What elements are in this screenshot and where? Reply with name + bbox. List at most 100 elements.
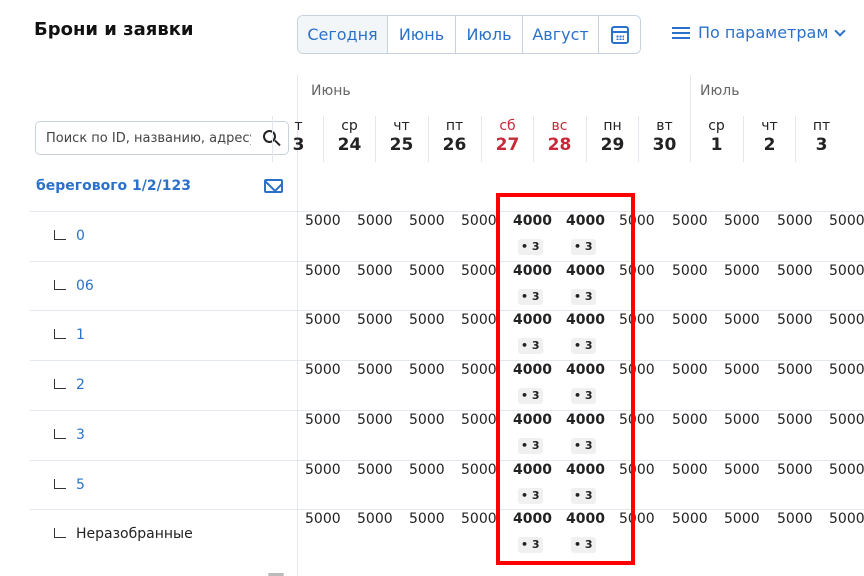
price-cell[interactable]: 5000 (672, 412, 708, 428)
calendar-button[interactable] (599, 16, 640, 53)
filter-lines-icon (672, 26, 690, 39)
room-label[interactable]: 2 (76, 377, 85, 393)
price-cell[interactable]: 5000 (357, 362, 393, 378)
price-cell[interactable]: 5000 (305, 312, 341, 328)
price-cell[interactable]: 5000 (829, 412, 864, 428)
price-cell[interactable]: 5000 (777, 362, 813, 378)
price-cell[interactable]: 5000 (829, 312, 864, 328)
tree-branch-icon (54, 279, 66, 290)
tree-branch-icon (54, 478, 66, 489)
price-cell[interactable]: 5000 (357, 213, 393, 229)
price-cell[interactable]: 5000 (305, 362, 341, 378)
day-header: ср 24 (323, 116, 375, 162)
price-cell[interactable]: 5000 (672, 511, 708, 527)
price-cell[interactable]: 5000 (461, 462, 497, 478)
price-cell[interactable]: 5000 (829, 462, 864, 478)
price-cell[interactable]: 5000 (305, 213, 341, 229)
room-label[interactable]: 0 (76, 228, 85, 244)
month-july-button[interactable]: Июль (456, 16, 523, 53)
price-cell[interactable]: 5000 (409, 362, 445, 378)
month-label-july: Июль (700, 83, 740, 99)
price-cell[interactable]: 5000 (357, 263, 393, 279)
price-cell[interactable]: 5000 (409, 462, 445, 478)
price-cell[interactable]: 5000 (777, 263, 813, 279)
price-cell[interactable]: 5000 (461, 213, 497, 229)
month-august-button[interactable]: Август (523, 16, 599, 53)
room-label[interactable]: 3 (76, 427, 85, 443)
price-cell[interactable]: 5000 (461, 312, 497, 328)
price-cell[interactable]: 5000 (409, 511, 445, 527)
room-item[interactable]: 0 (54, 228, 85, 244)
price-cell[interactable]: 5000 (829, 263, 864, 279)
price-cell[interactable]: 5000 (724, 263, 760, 279)
price-cell[interactable]: 5000 (461, 412, 497, 428)
day-weekday: ср (341, 118, 358, 134)
price-cell[interactable]: 5000 (672, 462, 708, 478)
price-cell[interactable]: 5000 (409, 412, 445, 428)
day-number: 24 (337, 135, 362, 155)
price-cell[interactable]: 5000 (357, 511, 393, 527)
price-cell[interactable]: 5000 (461, 263, 497, 279)
room-label[interactable]: Неразобранные (76, 526, 193, 542)
price-cell[interactable]: 5000 (305, 412, 341, 428)
price-cell[interactable]: 5000 (777, 511, 813, 527)
price-cell[interactable]: 5000 (829, 213, 864, 229)
day-number: 30 (652, 135, 677, 155)
price-cell[interactable]: 5000 (357, 412, 393, 428)
price-cell[interactable]: 5000 (672, 213, 708, 229)
room-label[interactable]: 1 (76, 327, 85, 343)
price-cell[interactable]: 5000 (409, 312, 445, 328)
price-cell[interactable]: 5000 (357, 312, 393, 328)
day-header: ср 1 (690, 116, 742, 162)
price-cell[interactable]: 5000 (724, 462, 760, 478)
room-item[interactable]: 06 (54, 278, 94, 294)
mail-icon[interactable] (264, 179, 283, 193)
search-input[interactable] (46, 130, 251, 146)
day-weekday: пт (812, 118, 831, 134)
day-weekday: т (294, 118, 303, 134)
property-name[interactable]: берегового 1/2/123 (36, 178, 191, 194)
day-number: 2 (763, 135, 776, 155)
price-cell[interactable]: 5000 (672, 362, 708, 378)
month-june-button[interactable]: Июнь (388, 16, 456, 53)
room-item[interactable]: Неразобранные (54, 526, 193, 542)
day-weekday: ср (708, 118, 725, 134)
day-header: вс 28 (533, 116, 585, 162)
price-cell[interactable]: 5000 (461, 362, 497, 378)
day-header: вт 30 (638, 116, 690, 162)
price-cell[interactable]: 5000 (724, 362, 760, 378)
price-cell[interactable]: 5000 (305, 462, 341, 478)
room-item[interactable]: 5 (54, 477, 85, 493)
day-weekday: вс (551, 118, 568, 134)
room-item[interactable]: 1 (54, 327, 85, 343)
room-item[interactable]: 2 (54, 377, 85, 393)
price-cell[interactable]: 5000 (724, 511, 760, 527)
price-cell[interactable]: 5000 (409, 263, 445, 279)
day-number: 1 (710, 135, 723, 155)
price-cell[interactable]: 5000 (777, 213, 813, 229)
day-header: чт 2 (743, 116, 795, 162)
price-cell[interactable]: 5000 (724, 412, 760, 428)
price-cell[interactable]: 5000 (461, 511, 497, 527)
day-number: 27 (495, 135, 520, 155)
price-cell[interactable]: 5000 (357, 462, 393, 478)
price-cell[interactable]: 5000 (672, 263, 708, 279)
price-cell[interactable]: 5000 (777, 462, 813, 478)
price-cell[interactable]: 5000 (724, 213, 760, 229)
day-weekday: сб (499, 118, 516, 134)
price-cell[interactable]: 5000 (777, 312, 813, 328)
room-label[interactable]: 06 (76, 278, 94, 294)
room-label[interactable]: 5 (76, 477, 85, 493)
price-cell[interactable]: 5000 (305, 511, 341, 527)
price-cell[interactable]: 5000 (829, 511, 864, 527)
price-cell[interactable]: 5000 (829, 362, 864, 378)
filter-button[interactable]: По параметрам (672, 23, 847, 42)
price-cell[interactable]: 5000 (724, 312, 760, 328)
room-item[interactable]: 3 (54, 427, 85, 443)
price-cell[interactable]: 5000 (777, 412, 813, 428)
today-button[interactable]: Сегодня (298, 16, 388, 53)
price-cell[interactable]: 5000 (409, 213, 445, 229)
price-cell[interactable]: 5000 (305, 263, 341, 279)
day-weekday: чт (393, 118, 410, 134)
price-cell[interactable]: 5000 (672, 312, 708, 328)
